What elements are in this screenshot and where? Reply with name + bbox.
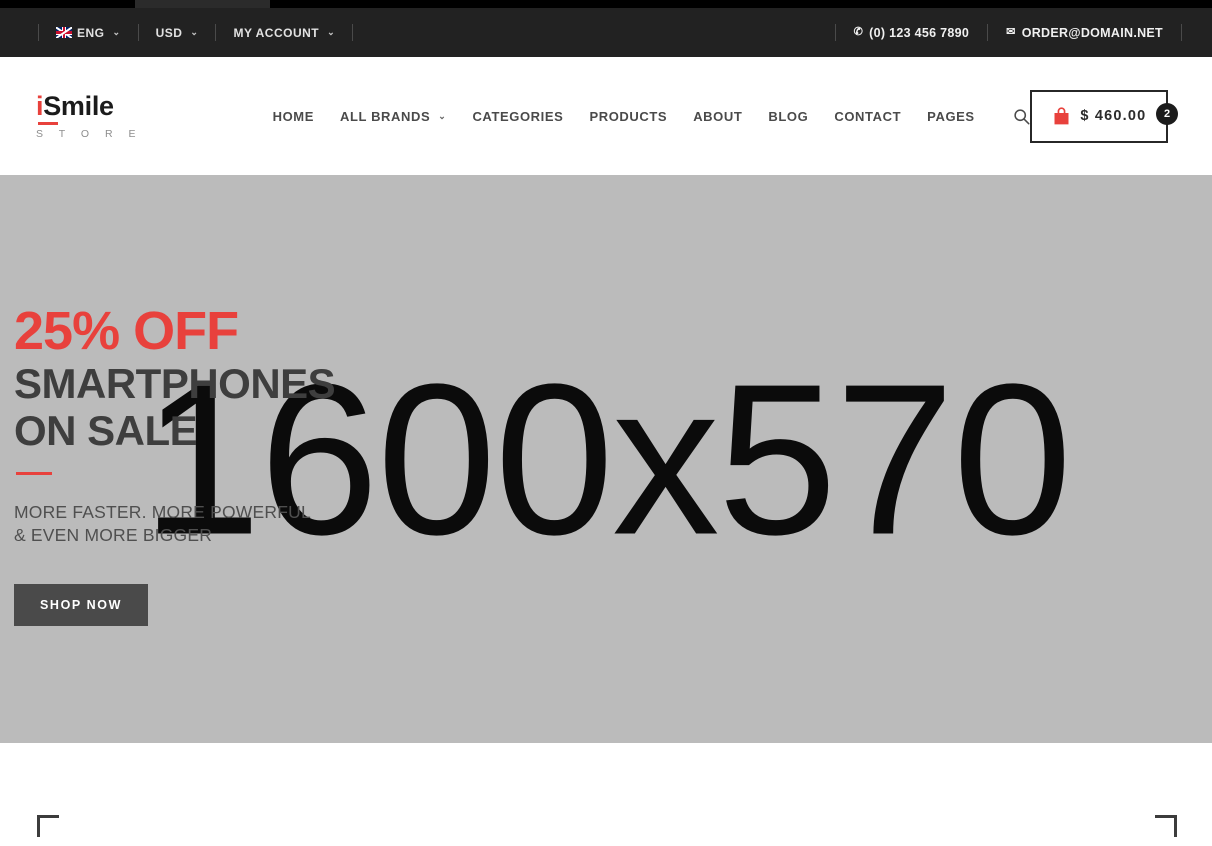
- hero-subtitle-line1: MORE FASTER. MORE POWERFUL: [14, 501, 311, 522]
- nav-label: ALL BRANDS: [340, 108, 431, 124]
- nav-item-home[interactable]: HOME: [273, 109, 314, 124]
- divider: [137, 24, 139, 41]
- logo-subtitle: S T O R E: [36, 128, 142, 141]
- logo-name: Smile: [43, 90, 114, 121]
- site-logo[interactable]: iSmile S T O R E: [36, 92, 231, 141]
- phone-label: (0) 123 456 7890: [869, 25, 970, 40]
- envelope-icon: ✉: [1006, 26, 1016, 38]
- feature-mobile-blog[interactable]: MOBILE BLOG: [607, 832, 892, 846]
- cart-button[interactable]: $ 460.00 2: [1029, 89, 1178, 143]
- chevron-down-icon: ⌄: [112, 27, 121, 37]
- browser-chrome-strip: [0, 0, 1212, 8]
- cart-count-badge: 2: [1156, 102, 1178, 125]
- nav-item-contact[interactable]: CONTACT: [834, 109, 901, 124]
- nav-label: ABOUT: [693, 108, 743, 124]
- nav-label: BLOG: [768, 108, 809, 124]
- cart-amount: $ 460.00: [1080, 108, 1147, 124]
- email-label: ORDER@DOMAIN.NET: [1021, 25, 1163, 40]
- nav-label: PRODUCTS: [589, 108, 668, 124]
- currency-label: USD: [155, 25, 183, 40]
- divider: [834, 24, 836, 41]
- shop-now-button[interactable]: SHOP NOW: [14, 584, 149, 626]
- site-header: iSmile S T O R E HOME ALL BRANDS ⌄ CATEG…: [0, 57, 1212, 175]
- nav-label: CONTACT: [834, 108, 902, 124]
- my-account-menu[interactable]: MY ACCOUNT ⌄: [218, 26, 350, 40]
- hero-offer-headline: 25% OFF: [14, 301, 239, 361]
- nav-item-all-brands[interactable]: ALL BRANDS ⌄: [340, 109, 446, 124]
- shopping-bag-icon: [1054, 106, 1069, 124]
- feature-express-shipping[interactable]: EXPRESS SHIPPING: [322, 832, 607, 846]
- currency-selector[interactable]: USD ⌄: [141, 26, 214, 40]
- divider: [1181, 24, 1182, 41]
- browser-tab[interactable]: [135, 0, 270, 8]
- feature-full-warrenty[interactable]: FULL WARRENTY: [37, 832, 322, 846]
- divider: [987, 24, 989, 41]
- divider: [352, 24, 354, 41]
- hero-subtitle: MORE FASTER. MORE POWERFUL & EVEN MORE B…: [14, 501, 335, 548]
- divider: [215, 24, 217, 41]
- phone-icon: ✆: [853, 26, 864, 38]
- search-icon[interactable]: [1013, 108, 1030, 125]
- language-selector[interactable]: ENG ⌄: [41, 26, 136, 40]
- logo-underline: [38, 122, 58, 126]
- uk-flag-icon: [56, 27, 72, 38]
- hero-headline-line2: SMARTPHONES: [14, 359, 336, 407]
- nav-item-products[interactable]: PRODUCTS: [589, 109, 667, 124]
- nav-label: HOME: [272, 108, 315, 124]
- email-link[interactable]: ✉ ORDER@DOMAIN.NET: [990, 26, 1179, 40]
- hero-headline-line3: ON SALE: [14, 406, 198, 454]
- feature-support[interactable]: 24/7 SUPPORT: [892, 832, 1177, 846]
- features-bordered-box: FULL WARRENTY EXPRESS SHIPPING: [37, 815, 1177, 846]
- divider: [38, 24, 39, 41]
- hero-accent-rule: [16, 471, 52, 475]
- phone-link[interactable]: ✆ (0) 123 456 7890: [838, 26, 986, 40]
- nav-item-pages[interactable]: PAGES: [927, 109, 975, 124]
- language-label: ENG: [77, 25, 105, 40]
- my-account-label: MY ACCOUNT: [233, 25, 320, 40]
- hero-subtitle-line2: & EVEN MORE BIGGER: [14, 525, 213, 546]
- nav-item-blog[interactable]: BLOG: [768, 109, 808, 124]
- nav-label: CATEGORIES: [472, 108, 564, 124]
- top-utility-bar: ENG ⌄ USD ⌄ MY ACCOUNT ⌄ ✆ (0) 123 456 7…: [0, 8, 1212, 57]
- chevron-down-icon: ⌄: [190, 27, 199, 37]
- nav-item-about[interactable]: ABOUT: [693, 109, 742, 124]
- hero-content: 25% OFF SMARTPHONES ON SALE MORE FASTER.…: [14, 301, 336, 626]
- chevron-down-icon: ⌄: [327, 27, 336, 37]
- main-navigation: HOME ALL BRANDS ⌄ CATEGORIES PRODUCTS AB…: [273, 108, 1030, 125]
- logo-text: iSmile: [36, 92, 231, 120]
- topbar-right-group: ✆ (0) 123 456 7890 ✉ ORDER@DOMAIN.NET: [833, 24, 1184, 41]
- nav-item-categories[interactable]: CATEGORIES: [472, 109, 563, 124]
- hero-banner: 1600x570 25% OFF SMARTPHONES ON SALE MOR…: [0, 175, 1212, 743]
- chevron-down-icon: ⌄: [438, 110, 447, 121]
- features-section: FULL WARRENTY EXPRESS SHIPPING: [0, 743, 1212, 846]
- nav-label: PAGES: [927, 108, 975, 124]
- features-row: FULL WARRENTY EXPRESS SHIPPING: [37, 815, 1177, 846]
- topbar-left-group: ENG ⌄ USD ⌄ MY ACCOUNT ⌄: [36, 24, 355, 41]
